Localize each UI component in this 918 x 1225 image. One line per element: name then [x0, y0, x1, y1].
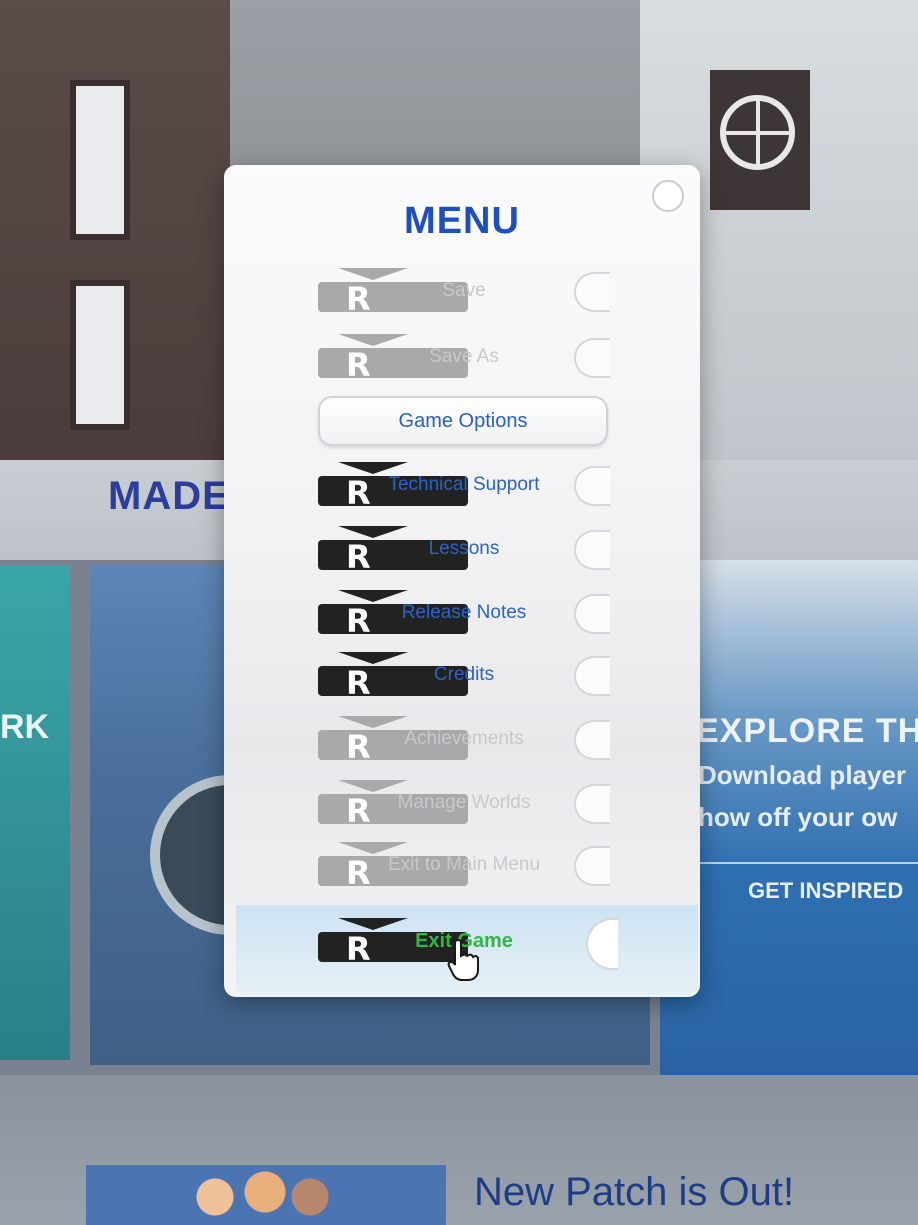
left-card-label: RK [0, 708, 50, 746]
menu-item-knob [574, 594, 610, 634]
menu-item-knob [574, 846, 610, 886]
menu-item-label: Credits [433, 664, 495, 685]
menu-item-game-options[interactable]: Game Options [318, 396, 608, 446]
explore-subtitle-line2: how off your ow [698, 802, 898, 832]
menu-item-save: Save [318, 268, 610, 318]
menu-item-knob [574, 272, 610, 312]
menu-title: MENU [404, 200, 520, 242]
house-window [70, 280, 130, 430]
menu-item-knob [574, 466, 610, 506]
menu-item-knob [574, 656, 610, 696]
menu-item-lessons[interactable]: Lessons [318, 526, 610, 576]
house-image-left [0, 0, 230, 460]
sim-faces-image [190, 1162, 340, 1225]
menu-item-label: Manage Worlds [397, 792, 531, 813]
explore-title: EXPLORE TH [696, 712, 918, 750]
patch-title[interactable]: New Patch is Out! [474, 1170, 794, 1215]
menu-item-manage-worlds: Manage Worlds [318, 780, 610, 830]
explore-divider [700, 862, 918, 864]
menu-item-label: Achievements [404, 728, 524, 749]
menu-item-label: Save As [429, 346, 499, 367]
menu-item-exit-to-main-menu: Exit to Main Menu [318, 842, 610, 892]
explore-subtitle-line1: Download player [698, 760, 907, 790]
teal-card[interactable] [0, 565, 70, 1060]
menu-item-save-as: Save As [318, 334, 610, 384]
hand-pointer-icon [447, 938, 479, 981]
menu-item-credits[interactable]: Credits [318, 652, 610, 702]
menu-item-label: Game Options [398, 410, 528, 432]
porthole-window [720, 95, 795, 170]
menu-item-achievements: Achievements [318, 716, 610, 766]
menu-item-release-notes[interactable]: Release Notes [318, 590, 610, 640]
menu-item-label: Technical Support [388, 474, 540, 495]
menu-item-label: Lessons [428, 538, 500, 559]
menu-item-technical-support[interactable]: Technical Support [318, 462, 610, 512]
menu-item-label: Exit to Main Menu [387, 854, 541, 875]
made-heading: MADE [108, 474, 230, 518]
menu-item-knob [574, 784, 610, 824]
menu-item-knob [574, 720, 610, 760]
menu-item-label: Release Notes [401, 602, 527, 623]
get-inspired-button[interactable]: GET INSPIRED [748, 878, 903, 904]
menu-item-knob [586, 918, 618, 970]
menu-item-label: Save [442, 280, 486, 301]
house-window [70, 80, 130, 240]
menu-item-knob [574, 338, 610, 378]
menu-item-knob [574, 530, 610, 570]
